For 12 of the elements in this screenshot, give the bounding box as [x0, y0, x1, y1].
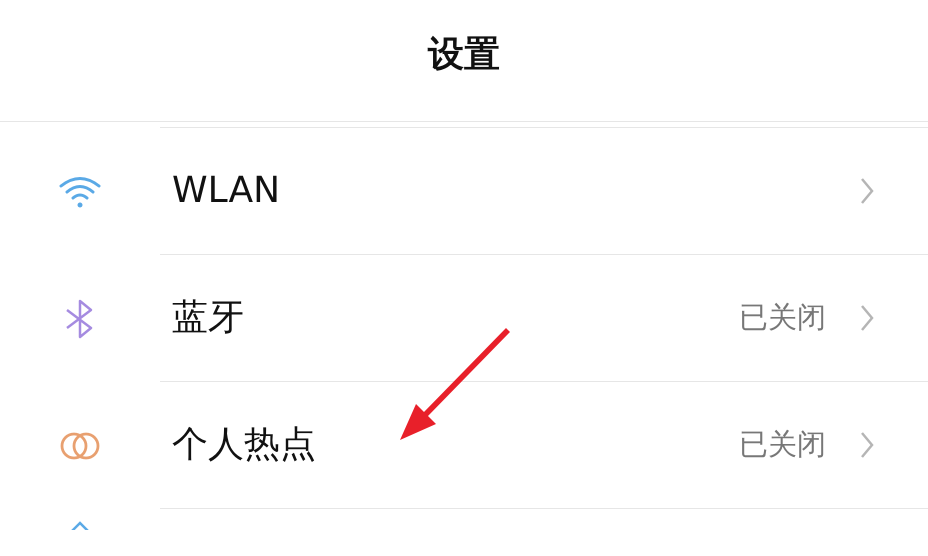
row-status: 已关闭	[739, 299, 826, 336]
row-label: 个人热点	[172, 423, 317, 467]
row-label: 蓝牙	[172, 296, 245, 340]
chevron-icon	[860, 177, 874, 205]
row-label: WLAN	[172, 169, 282, 213]
wifi-icon	[58, 174, 102, 208]
chevron-icon	[860, 304, 874, 332]
linked-rings-icon	[59, 430, 101, 460]
row-status: 已关闭	[739, 426, 826, 464]
chevron-icon	[860, 431, 874, 459]
page-title: 设置	[428, 32, 500, 76]
settings-row[interactable]: WLAN	[160, 128, 928, 255]
